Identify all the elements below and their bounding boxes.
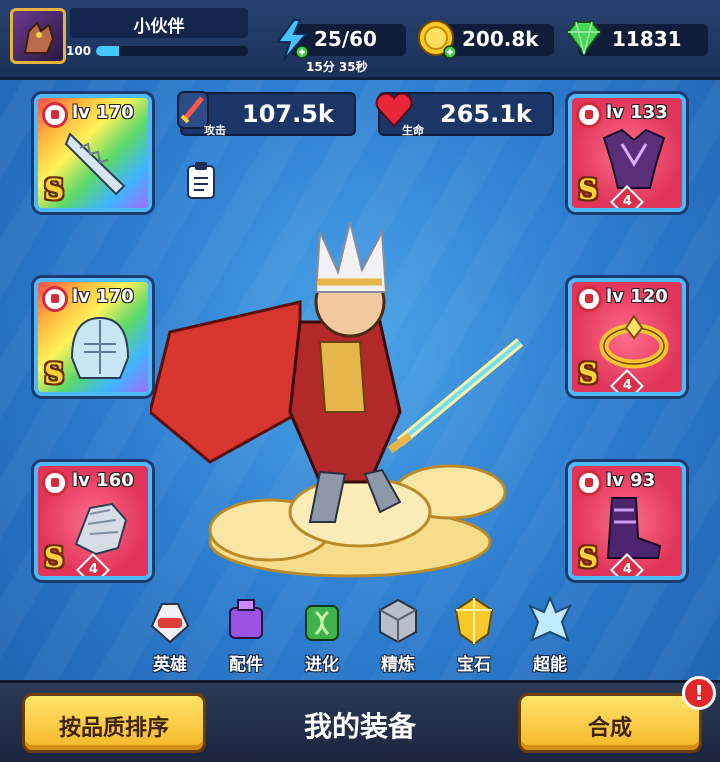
gem-counter[interactable]: 11831: [566, 21, 708, 56]
life-value: 265.1k: [440, 100, 532, 128]
bottom-bar: 按品质排序 我的装备 合成: [0, 680, 720, 762]
merge-button-label: 合成: [587, 716, 632, 741]
life-stat: 265.1k 生命: [375, 92, 554, 137]
top-bar: 100 小伙伴 25/60 15分 35秒 200.8k 11831: [0, 0, 720, 80]
merge-button[interactable]: 合成: [518, 693, 702, 753]
attack-stat: 107.5k 攻击: [177, 91, 356, 137]
xp-bar: [96, 46, 248, 56]
player-level: 100: [66, 44, 92, 58]
equipment-slot-boots[interactable]: lv 93 S 4: [568, 462, 686, 580]
life-label: 生命: [402, 124, 424, 137]
star-count: 4: [622, 378, 632, 394]
hero-icon: [150, 603, 190, 644]
tab-label: 配件: [229, 655, 263, 675]
star-count: 4: [622, 194, 632, 210]
gemstone-icon: [454, 596, 494, 646]
xp-bar-fill: [96, 46, 119, 56]
helmet-icon: [70, 316, 130, 379]
tab-label: 精炼: [381, 655, 415, 675]
energy-value: 25/60: [314, 27, 377, 51]
clipboard-icon[interactable]: [186, 160, 216, 200]
sort-button-label: 按品质排序: [58, 716, 169, 741]
alert-mark: !: [694, 681, 704, 705]
ring-icon: [599, 314, 669, 369]
gauntlet-icon: [74, 502, 128, 556]
slot-level: lv 160: [72, 470, 134, 491]
dragon-portrait-icon: [23, 21, 55, 54]
alert-badge: !: [682, 676, 716, 710]
player-avatar[interactable]: [10, 8, 66, 64]
slot-grade: S: [44, 357, 65, 390]
equipment-tab-bar: 英雄 配件 进化 精炼 宝石 超能: [132, 592, 588, 676]
tab-superpower[interactable]: 超能: [516, 592, 584, 675]
player-name-plate: 小伙伴: [70, 8, 248, 38]
gem-value: 11831: [612, 27, 682, 51]
slot-grade: S: [44, 173, 65, 206]
sort-by-quality-button[interactable]: 按品质排序: [22, 693, 206, 753]
attack-value: 107.5k: [242, 100, 334, 128]
equipment-slot-weapon[interactable]: lv 170 S: [34, 94, 152, 212]
equipment-slot-armor[interactable]: lv 133 S 4: [568, 94, 686, 212]
star-count: 4: [88, 562, 98, 578]
tab-label: 超能: [533, 655, 567, 675]
gem-icon: [566, 21, 602, 56]
energy-counter[interactable]: 25/60: [276, 19, 406, 61]
page-title: 我的装备: [303, 710, 416, 743]
superpower-icon: [528, 596, 572, 642]
lightning-icon: [276, 19, 309, 61]
refine-icon: [379, 598, 417, 644]
tab-accessory[interactable]: 配件: [212, 592, 280, 675]
slot-grade: S: [44, 541, 65, 574]
tab-gemstone[interactable]: 宝石: [440, 592, 508, 675]
tab-label: 英雄: [153, 655, 187, 675]
slot-level: lv 170: [72, 102, 134, 123]
slot-grade: S: [578, 541, 599, 574]
slot-grade: S: [578, 173, 599, 206]
gold-coin-icon: [418, 20, 457, 59]
hero-character: [150, 221, 524, 578]
equipment-slot-gloves[interactable]: lv 160 S 4: [34, 462, 152, 580]
tab-hero[interactable]: 英雄: [136, 592, 204, 675]
slot-grade: S: [578, 357, 599, 390]
equipment-slot-ring[interactable]: lv 120 S 4: [568, 278, 686, 396]
gold-counter[interactable]: 200.8k: [418, 20, 554, 59]
gold-value: 200.8k: [462, 27, 539, 51]
player-name: 小伙伴: [133, 17, 185, 37]
blade-icon: [64, 132, 126, 196]
star-count: 4: [622, 562, 632, 578]
attack-label: 攻击: [204, 124, 226, 137]
slot-level: lv 93: [606, 470, 656, 491]
evolution-icon: [305, 605, 339, 641]
accessory-icon: [229, 599, 263, 639]
tab-evolution[interactable]: 进化: [288, 592, 356, 675]
slot-level: lv 170: [72, 286, 134, 307]
equipment-slot-helmet[interactable]: lv 170 S: [34, 278, 152, 396]
boots-icon: [606, 497, 662, 559]
tab-label: 宝石: [457, 655, 491, 675]
tab-refine[interactable]: 精炼: [364, 592, 432, 675]
equipment-screen: 100 小伙伴 25/60 15分 35秒 200.8k 11831 107.5…: [0, 0, 720, 762]
slot-level: lv 133: [606, 102, 668, 123]
tab-label: 进化: [305, 655, 339, 675]
slot-level: lv 120: [606, 286, 668, 307]
energy-timer: 15分 35秒: [306, 60, 368, 74]
